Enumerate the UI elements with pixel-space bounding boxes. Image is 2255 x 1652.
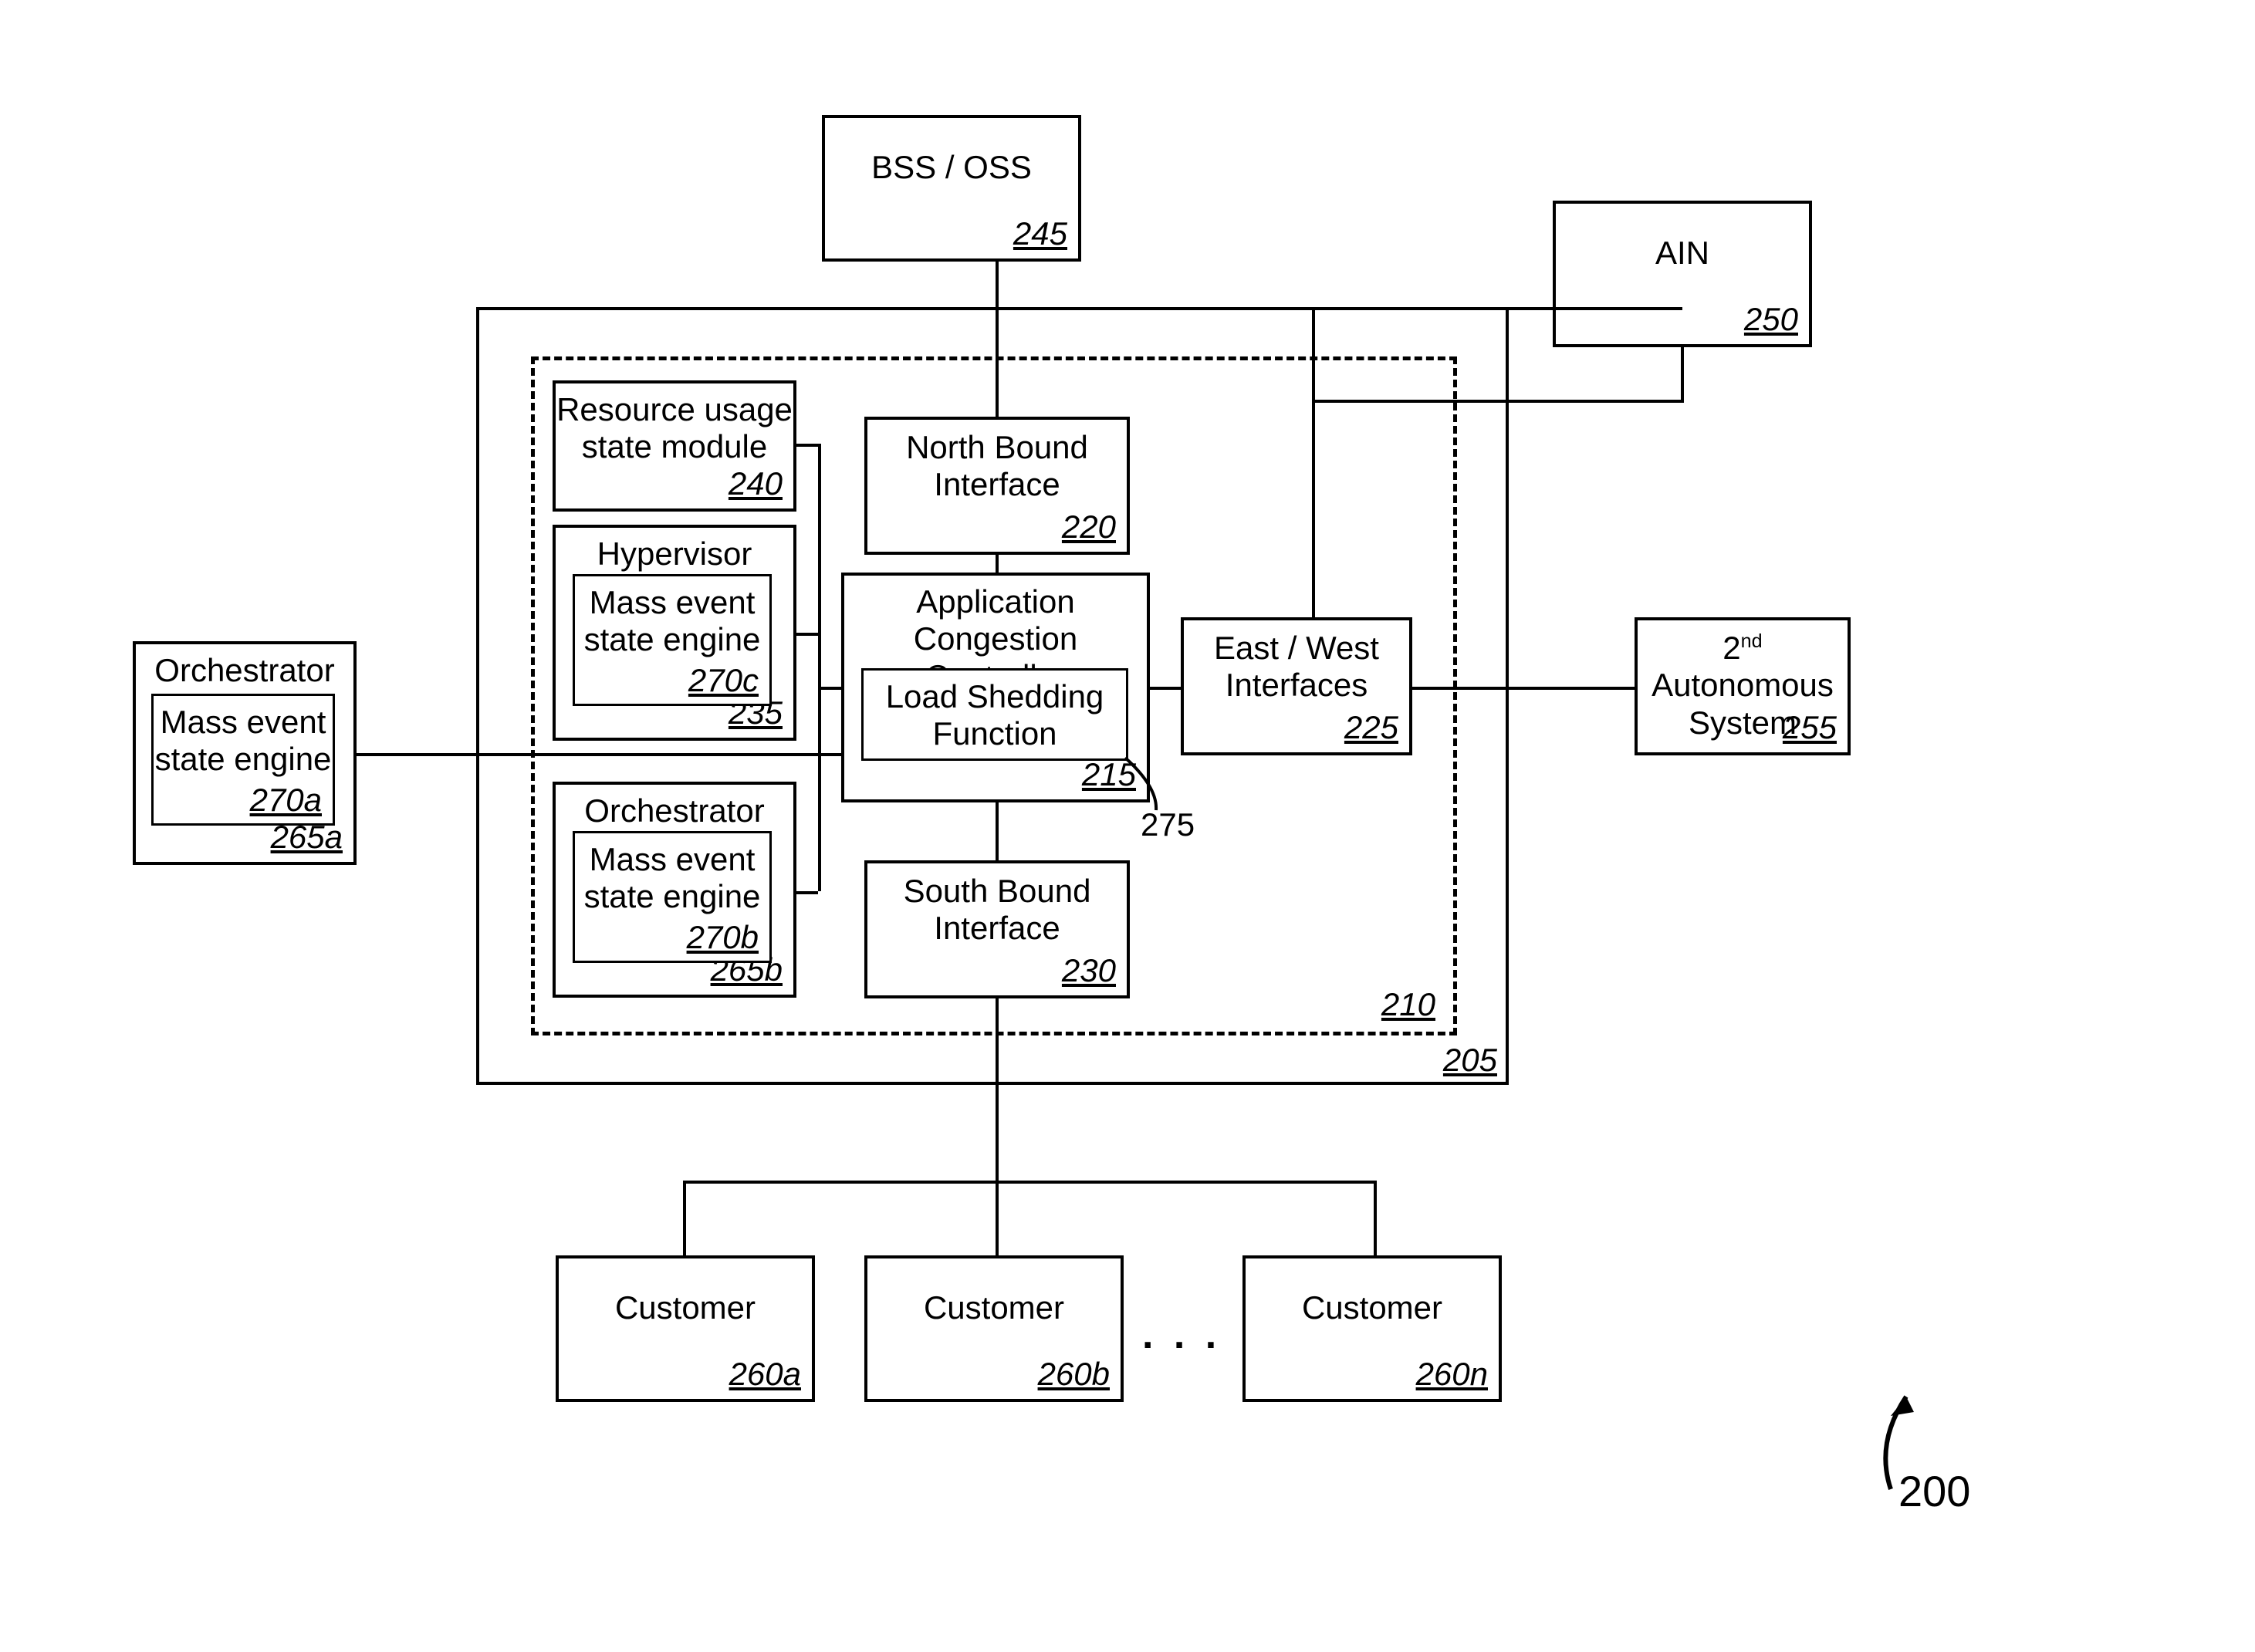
line-orchext-acc [357, 753, 841, 756]
label-ewi: East / West Interfaces [1184, 630, 1409, 704]
ref-lsf-275: 275 [1141, 806, 1195, 843]
ref-mese-270b: 270b [681, 919, 759, 956]
ref-mese-270a: 270a [245, 782, 322, 819]
line-cust-n-drop [1374, 1181, 1377, 1255]
line-leftcol-bus [818, 444, 821, 891]
box-nbi-220: North Bound Interface 220 [864, 417, 1130, 555]
label-rusage: Resource usage state module [556, 391, 793, 466]
box-orch-int-265b: Orchestrator 265b Mass event state engin… [553, 782, 796, 998]
line-rusage-stub [796, 444, 818, 447]
label-lsf: Load Shedding Function [864, 678, 1126, 753]
ref-mese-270c: 270c [681, 662, 759, 699]
label-ain: AIN [1556, 235, 1809, 272]
line-sbi-down [996, 998, 999, 1181]
ref-acc: 215 [1074, 756, 1136, 793]
box-rusage-240: Resource usage state module 240 [553, 380, 796, 512]
label-bss: BSS / OSS [825, 149, 1078, 186]
box-mese-270a: Mass event state engine 270a [151, 694, 335, 826]
line-ain-down [1312, 307, 1315, 617]
label-cust-b: Customer [867, 1289, 1121, 1326]
ref-cust-b: 260b [1033, 1356, 1110, 1393]
ref-nbi: 220 [1054, 508, 1116, 546]
ref-ain: 250 [1736, 301, 1798, 338]
box-customer-n: Customer 260n [1242, 1255, 1502, 1402]
line-acc-ewi [1150, 687, 1181, 690]
ref-rusage: 240 [721, 465, 783, 502]
line-orchint-stub [796, 891, 818, 894]
label-cust-a: Customer [559, 1289, 812, 1326]
box-as2-255: 2nd Autonomous System 255 [1635, 617, 1851, 755]
line-acc-sbi [996, 802, 999, 860]
label-mese-270a: Mass event state engine [154, 704, 333, 779]
line-hyp-stub [796, 633, 818, 636]
label-hypervisor: Hypervisor [556, 535, 793, 573]
box-ain-250: AIN 250 [1553, 201, 1812, 347]
box-hypervisor-235: Hypervisor 235 Mass event state engine 2… [553, 525, 796, 741]
box-lsf-275: Load Shedding Function [861, 668, 1128, 761]
line-leftcol-to-acc [818, 687, 841, 690]
box-mese-270b: Mass event state engine 270b [573, 831, 772, 963]
figure-ref-200: 200 [1898, 1466, 1970, 1516]
box-ewi-225: East / West Interfaces 225 [1181, 617, 1412, 755]
ref-as2: 255 [1775, 709, 1837, 746]
diagram-stage: 205 210 BSS / OSS 245 AIN 250 Orchestrat… [0, 0, 2255, 1652]
ref-210: 210 [1374, 986, 1435, 1023]
line-ewi-as2 [1412, 687, 1635, 690]
label-cust-n: Customer [1246, 1289, 1499, 1326]
box-acc-215: Application Congestion Controller 215 Lo… [841, 573, 1150, 802]
label-orch-ext: Orchestrator [136, 652, 353, 689]
box-orch-ext-265a: Orchestrator 265a Mass event state engin… [133, 641, 357, 865]
label-mese-270b: Mass event state engine [575, 841, 769, 916]
ref-cust-a: 260a [724, 1356, 801, 1393]
ref-bss: 245 [1006, 215, 1067, 252]
box-sbi-230: South Bound Interface 230 [864, 860, 1130, 998]
box-bss-245: BSS / OSS 245 [822, 115, 1081, 262]
line-nbi-acc [996, 555, 999, 573]
box-customer-b: Customer 260b [864, 1255, 1124, 1402]
ref-205: 205 [1435, 1042, 1497, 1079]
box-mese-270c: Mass event state engine 270c [573, 574, 772, 706]
line-cust-a-drop [683, 1181, 686, 1255]
ref-sbi: 230 [1054, 952, 1116, 989]
label-nbi: North Bound Interface [867, 429, 1127, 504]
label-orch-int: Orchestrator [556, 792, 793, 829]
line-customer-bus [683, 1181, 1374, 1184]
label-mese-270c: Mass event state engine [575, 584, 769, 659]
box-customer-a: Customer 260a [556, 1255, 815, 1402]
line-bss-nbi [996, 262, 999, 417]
ref-cust-n: 260n [1411, 1356, 1488, 1393]
line-cust-b-drop [996, 1181, 999, 1255]
line-ain-right [1312, 307, 1682, 310]
ref-ewi: 225 [1337, 709, 1398, 746]
label-sbi: South Bound Interface [867, 873, 1127, 948]
ellipsis: . . . [1142, 1312, 1221, 1358]
